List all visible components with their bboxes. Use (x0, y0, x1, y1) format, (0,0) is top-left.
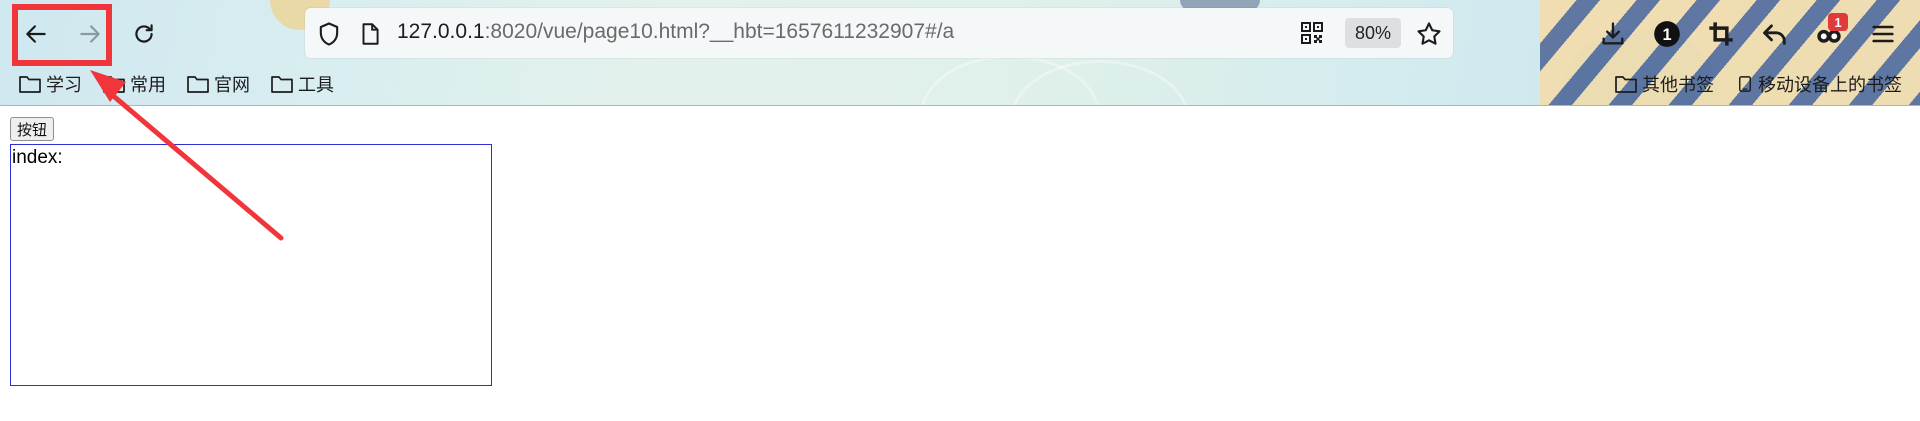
bookmark-label: 常用 (130, 75, 166, 96)
qr-code-icon[interactable] (1300, 21, 1324, 45)
folder-icon (271, 76, 293, 93)
annotation-highlight-box (12, 4, 112, 66)
reload-icon (135, 24, 153, 43)
address-bar[interactable]: 127.0.0.1:8020/vue/page10.html?__hbt=165… (305, 8, 1453, 58)
bookmark-label: 学习 (46, 75, 82, 96)
extensions-badge: 1 (1828, 13, 1848, 31)
download-button[interactable] (1596, 17, 1630, 51)
index-label: index: (12, 147, 63, 168)
bookmark-folder-common[interactable]: 常用 (102, 70, 166, 98)
bookmarks-bar: 学习 常用 官网 工具 其他书签 移动设备上的书签 (0, 68, 1920, 100)
folder-icon (187, 76, 209, 93)
download-icon (1602, 22, 1624, 45)
reload-button[interactable] (124, 14, 164, 54)
page-icon[interactable] (357, 20, 383, 48)
mobile-icon (1739, 76, 1751, 92)
account-icon: 1 (1654, 21, 1680, 47)
bookmark-folder-mobile[interactable]: 移动设备上的书签 (1736, 70, 1902, 98)
bookmark-folder-other[interactable]: 其他书签 (1614, 70, 1714, 98)
menu-button[interactable] (1866, 17, 1900, 51)
url-path: :8020/vue/page10.html?__hbt=165761123290… (484, 20, 955, 43)
page-action-button[interactable]: 按钮 (10, 117, 55, 141)
crop-icon (1709, 22, 1733, 46)
folder-icon (1615, 76, 1637, 93)
bookmark-label: 移动设备上的书签 (1758, 75, 1902, 96)
account-button[interactable]: 1 (1650, 17, 1684, 51)
url-host: 127.0.0.1 (397, 20, 485, 43)
zoom-level-button[interactable]: 80% (1345, 18, 1401, 48)
bookmark-label: 工具 (298, 75, 334, 96)
shield-icon[interactable] (315, 20, 343, 48)
bookmark-label: 其他书签 (1642, 75, 1714, 96)
bookmark-folder-study[interactable]: 学习 (18, 70, 82, 98)
undo-button[interactable] (1758, 17, 1792, 51)
url-text[interactable]: 127.0.0.1:8020/vue/page10.html?__hbt=165… (397, 20, 954, 44)
folder-icon (19, 76, 41, 93)
navigation-toolbar: 127.0.0.1:8020/vue/page10.html?__hbt=165… (0, 0, 1920, 66)
bookmark-star-icon[interactable] (1415, 20, 1443, 48)
crop-button[interactable] (1704, 17, 1738, 51)
extensions-button[interactable]: 1 (1812, 13, 1848, 51)
page-content: 按钮 index: (0, 107, 1920, 421)
bookmark-folder-official[interactable]: 官网 (186, 70, 250, 98)
folder-icon (103, 76, 125, 93)
bookmark-folder-tools[interactable]: 工具 (270, 70, 334, 98)
index-container: index: (10, 144, 492, 386)
undo-icon (1763, 24, 1786, 45)
bookmark-label: 官网 (214, 75, 250, 96)
account-badge-text: 1 (1662, 26, 1671, 44)
browser-chrome: 127.0.0.1:8020/vue/page10.html?__hbt=165… (0, 0, 1920, 106)
menu-icon (1872, 25, 1894, 43)
